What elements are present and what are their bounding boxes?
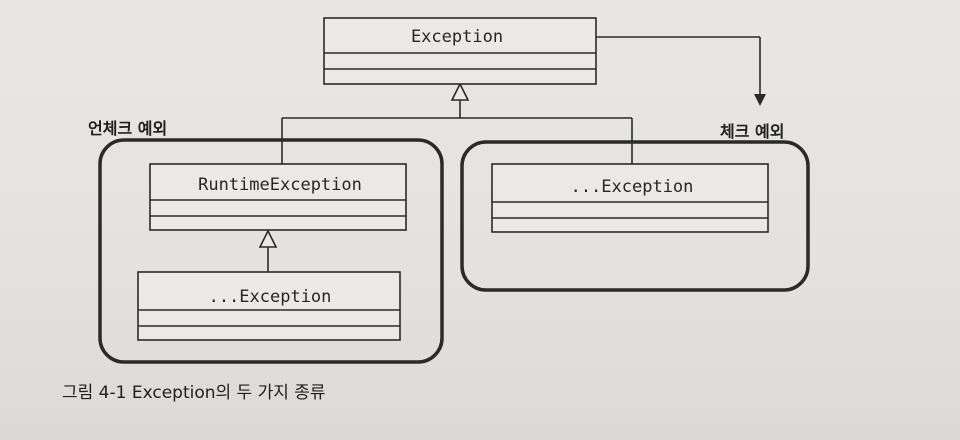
figure-caption: 그림 4-1 Exception의 두 가지 종류 bbox=[62, 383, 326, 403]
checked-sub-exception-class-name: ...Exception bbox=[571, 177, 694, 197]
checked-group-label: 체크 예외 bbox=[720, 122, 784, 141]
page-background: 언체크 예외 체크 예외 Exception RuntimeException … bbox=[0, 0, 960, 440]
checked-arrow bbox=[596, 36, 766, 106]
exception-class-box: Exception bbox=[323, 17, 597, 85]
checked-sub-exception-class-box: ...Exception bbox=[491, 163, 769, 233]
exception-class-name: Exception bbox=[411, 27, 503, 47]
runtime-sub-exception-class-box: ...Exception bbox=[137, 271, 401, 341]
runtime-sub-exception-class-name: ...Exception bbox=[209, 287, 332, 307]
class-diagram: 언체크 예외 체크 예외 Exception RuntimeException … bbox=[88, 17, 810, 364]
runtime-exception-class-box: RuntimeException bbox=[149, 163, 407, 231]
unchecked-group-label: 언체크 예외 bbox=[88, 119, 167, 138]
inheritance-arrowhead-runtime bbox=[258, 229, 278, 248]
inheritance-arrowhead-root bbox=[450, 82, 470, 101]
inheritance-connector-root bbox=[281, 100, 633, 164]
runtime-exception-class-name: RuntimeException bbox=[198, 175, 362, 195]
